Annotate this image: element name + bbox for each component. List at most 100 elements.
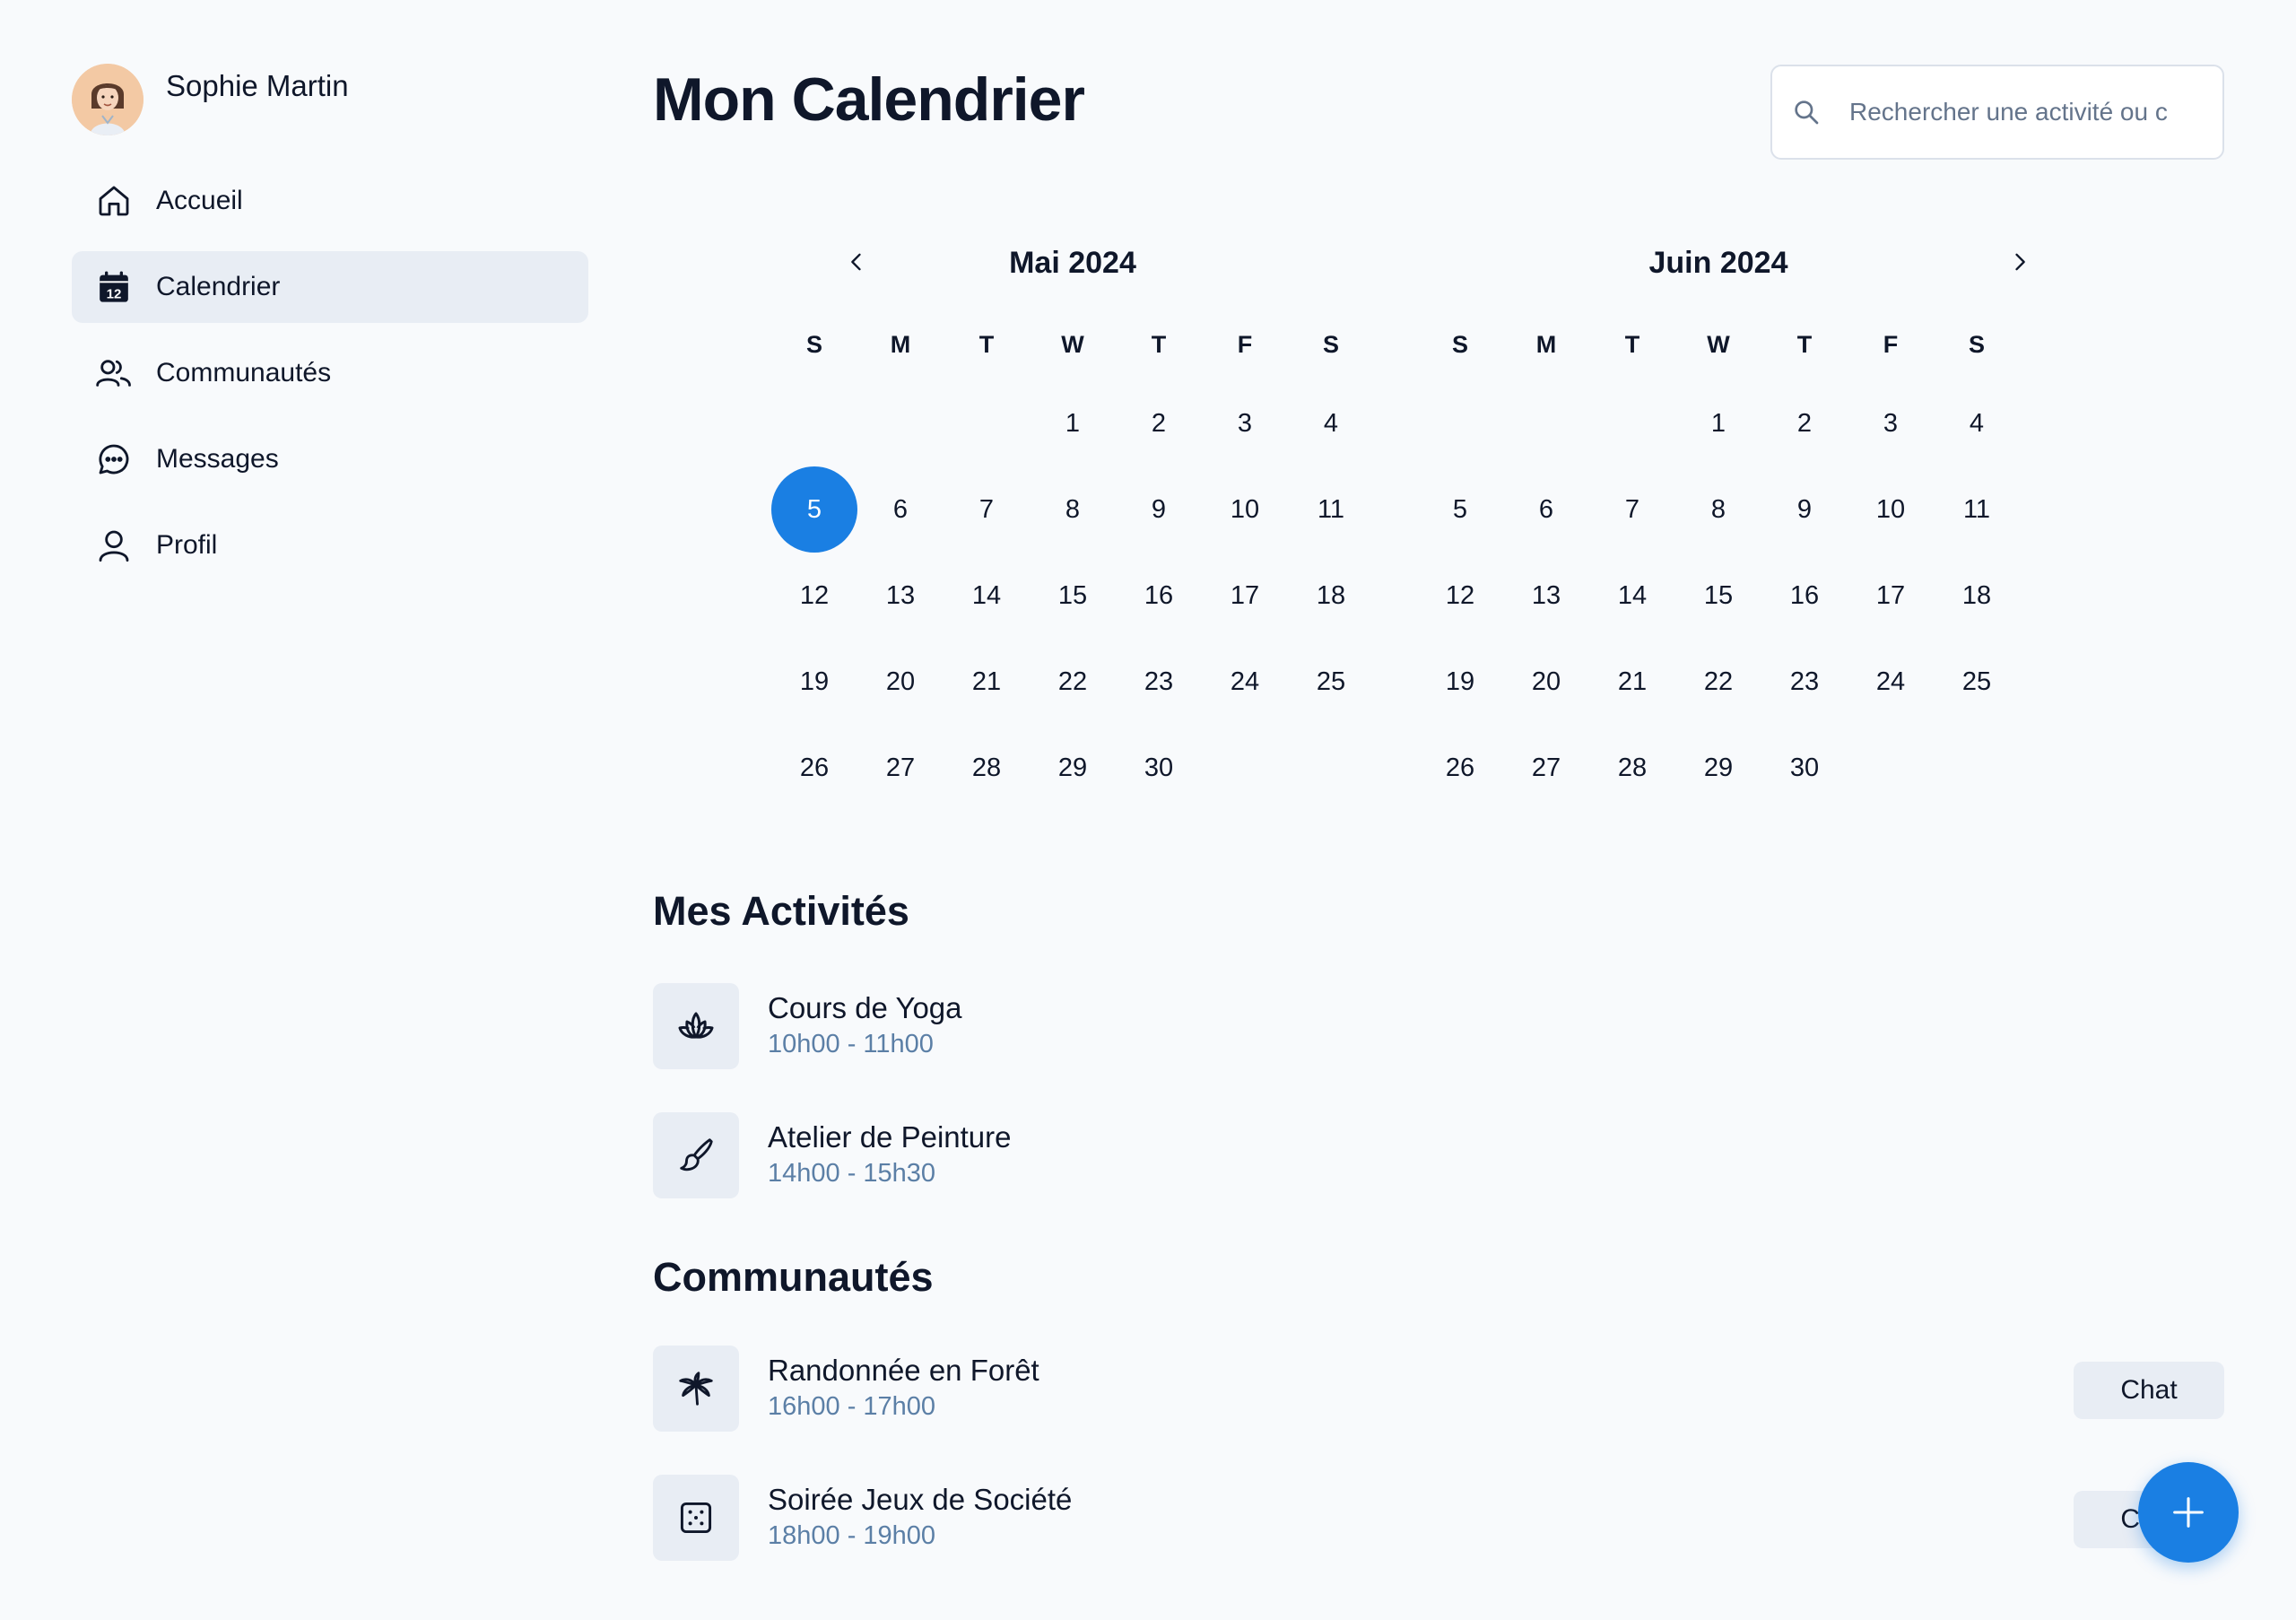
avatar[interactable] [72, 64, 144, 135]
day-cell[interactable]: 30 [1761, 725, 1848, 811]
day-number: 4 [1969, 408, 1985, 438]
day-cell[interactable]: 17 [1202, 553, 1288, 639]
day-cell[interactable]: 6 [1503, 466, 1589, 553]
day-cell[interactable]: 26 [771, 725, 857, 811]
day-cell[interactable]: 5 [1417, 466, 1503, 553]
day-cell[interactable]: 25 [1288, 639, 1374, 725]
day-cell[interactable]: 21 [944, 639, 1030, 725]
day-cell[interactable]: 29 [1675, 725, 1761, 811]
weekday-label: F [1237, 331, 1253, 358]
day-cell[interactable]: 7 [1589, 466, 1675, 553]
day-cell[interactable]: 8 [1030, 466, 1116, 553]
sidebar-item-messages[interactable]: Messages [72, 423, 588, 495]
sidebar-item-profil[interactable]: Profil [72, 510, 588, 581]
day-cell[interactable]: 28 [1589, 725, 1675, 811]
day-cell[interactable]: 23 [1761, 639, 1848, 725]
day-cell[interactable]: 13 [1503, 553, 1589, 639]
activity-item[interactable]: Cours de Yoga 10h00 - 11h00 [653, 983, 962, 1069]
community-item[interactable]: Soirée Jeux de Société 18h00 - 19h00 [653, 1475, 1072, 1561]
day-cell[interactable]: 10 [1848, 466, 1934, 553]
day-cell[interactable]: 25 [1934, 639, 2020, 725]
community-text: Soirée Jeux de Société 18h00 - 19h00 [768, 1482, 1072, 1554]
weekday-label: M [890, 331, 911, 358]
day-cell[interactable]: 17 [1848, 553, 1934, 639]
day-cell[interactable]: 15 [1675, 553, 1761, 639]
sidebar-item-accueil[interactable]: Accueil [72, 165, 588, 237]
day-cell[interactable]: 9 [1116, 466, 1202, 553]
day-cell[interactable]: 3 [1202, 380, 1288, 466]
day-number: 4 [1323, 408, 1339, 438]
day-cell[interactable]: 24 [1202, 639, 1288, 725]
day-cell[interactable]: 22 [1675, 639, 1761, 725]
day-cell[interactable]: 29 [1030, 725, 1116, 811]
day-number: 9 [1151, 494, 1167, 524]
day-cell[interactable]: 22 [1030, 639, 1116, 725]
day-cell[interactable]: 23 [1116, 639, 1202, 725]
day-cell[interactable]: 12 [771, 553, 857, 639]
activities-title: Mes Activités [653, 888, 909, 934]
day-cell[interactable]: 27 [1503, 725, 1589, 811]
day-cell[interactable]: 14 [944, 553, 1030, 639]
day-cell[interactable]: 19 [1417, 639, 1503, 725]
activity-time: 14h00 - 15h30 [768, 1159, 936, 1188]
day-cell[interactable]: 11 [1934, 466, 2020, 553]
day-cell[interactable]: 14 [1589, 553, 1675, 639]
day-number: 9 [1796, 494, 1813, 524]
weekday-label: T [978, 331, 995, 358]
day-number: 19 [799, 666, 830, 696]
day-cell[interactable]: 21 [1589, 639, 1675, 725]
day-number: 11 [1317, 494, 1345, 524]
day-cell[interactable]: 20 [857, 639, 944, 725]
chat-button[interactable]: Chat [2074, 1362, 2224, 1419]
day-cell[interactable]: 1 [1675, 380, 1761, 466]
day-number: 20 [1531, 666, 1561, 696]
day-cell[interactable]: 20 [1503, 639, 1589, 725]
sidebar-item-communautes[interactable]: Communautés [72, 337, 588, 409]
day-number: 24 [1875, 666, 1906, 696]
day-cell[interactable]: 27 [857, 725, 944, 811]
day-cell[interactable]: 11 [1288, 466, 1374, 553]
day-cell[interactable]: 19 [771, 639, 857, 725]
day-cell[interactable]: 13 [857, 553, 944, 639]
sidebar-item-calendrier[interactable]: 12 Calendrier [72, 251, 588, 323]
weekday-label: F [1883, 331, 1899, 358]
day-cell[interactable]: 26 [1417, 725, 1503, 811]
day-cell[interactable]: 2 [1116, 380, 1202, 466]
day-grid: 1 2 3 4 5 6 7 8 9 10 11 12 13 14 15 16 17 18 19 20 21 22 23 24 2… [1417, 380, 2020, 811]
day-cell[interactable]: 16 [1761, 553, 1848, 639]
day-cell[interactable]: 28 [944, 725, 1030, 811]
day-cell[interactable]: 1 [1030, 380, 1116, 466]
day-number: 7 [1624, 494, 1640, 524]
month-title: Mai 2024 [1009, 246, 1136, 280]
weekday-label: T [1151, 331, 1167, 358]
day-cell[interactable]: 4 [1934, 380, 2020, 466]
day-cell-selected[interactable]: 5 [771, 466, 857, 553]
day-cell[interactable]: 6 [857, 466, 944, 553]
day-cell[interactable]: 3 [1848, 380, 1934, 466]
dice-icon [653, 1475, 739, 1561]
day-number: 12 [799, 580, 830, 610]
activity-item[interactable]: Atelier de Peinture 14h00 - 15h30 [653, 1112, 1012, 1198]
empty-day-cell [1503, 380, 1589, 466]
day-cell[interactable]: 9 [1761, 466, 1848, 553]
search-box[interactable] [1770, 65, 2224, 160]
search-input[interactable] [1849, 98, 2199, 126]
weekday-label: S [805, 331, 822, 358]
day-cell[interactable]: 30 [1116, 725, 1202, 811]
day-cell[interactable]: 2 [1761, 380, 1848, 466]
day-cell[interactable]: 15 [1030, 553, 1116, 639]
day-cell[interactable]: 18 [1934, 553, 2020, 639]
calendar-icon-number: 12 [107, 287, 122, 302]
community-item[interactable]: Randonnée en Forêt 16h00 - 17h00 [653, 1346, 1039, 1432]
day-cell[interactable]: 7 [944, 466, 1030, 553]
day-cell[interactable]: 18 [1288, 553, 1374, 639]
day-cell[interactable]: 24 [1848, 639, 1934, 725]
user-profile[interactable]: Sophie Martin [72, 63, 349, 136]
day-number: 19 [1445, 666, 1475, 696]
day-cell[interactable]: 8 [1675, 466, 1761, 553]
add-activity-button[interactable] [2138, 1462, 2239, 1563]
day-cell[interactable]: 12 [1417, 553, 1503, 639]
day-cell[interactable]: 4 [1288, 380, 1374, 466]
day-cell[interactable]: 16 [1116, 553, 1202, 639]
day-cell[interactable]: 10 [1202, 466, 1288, 553]
